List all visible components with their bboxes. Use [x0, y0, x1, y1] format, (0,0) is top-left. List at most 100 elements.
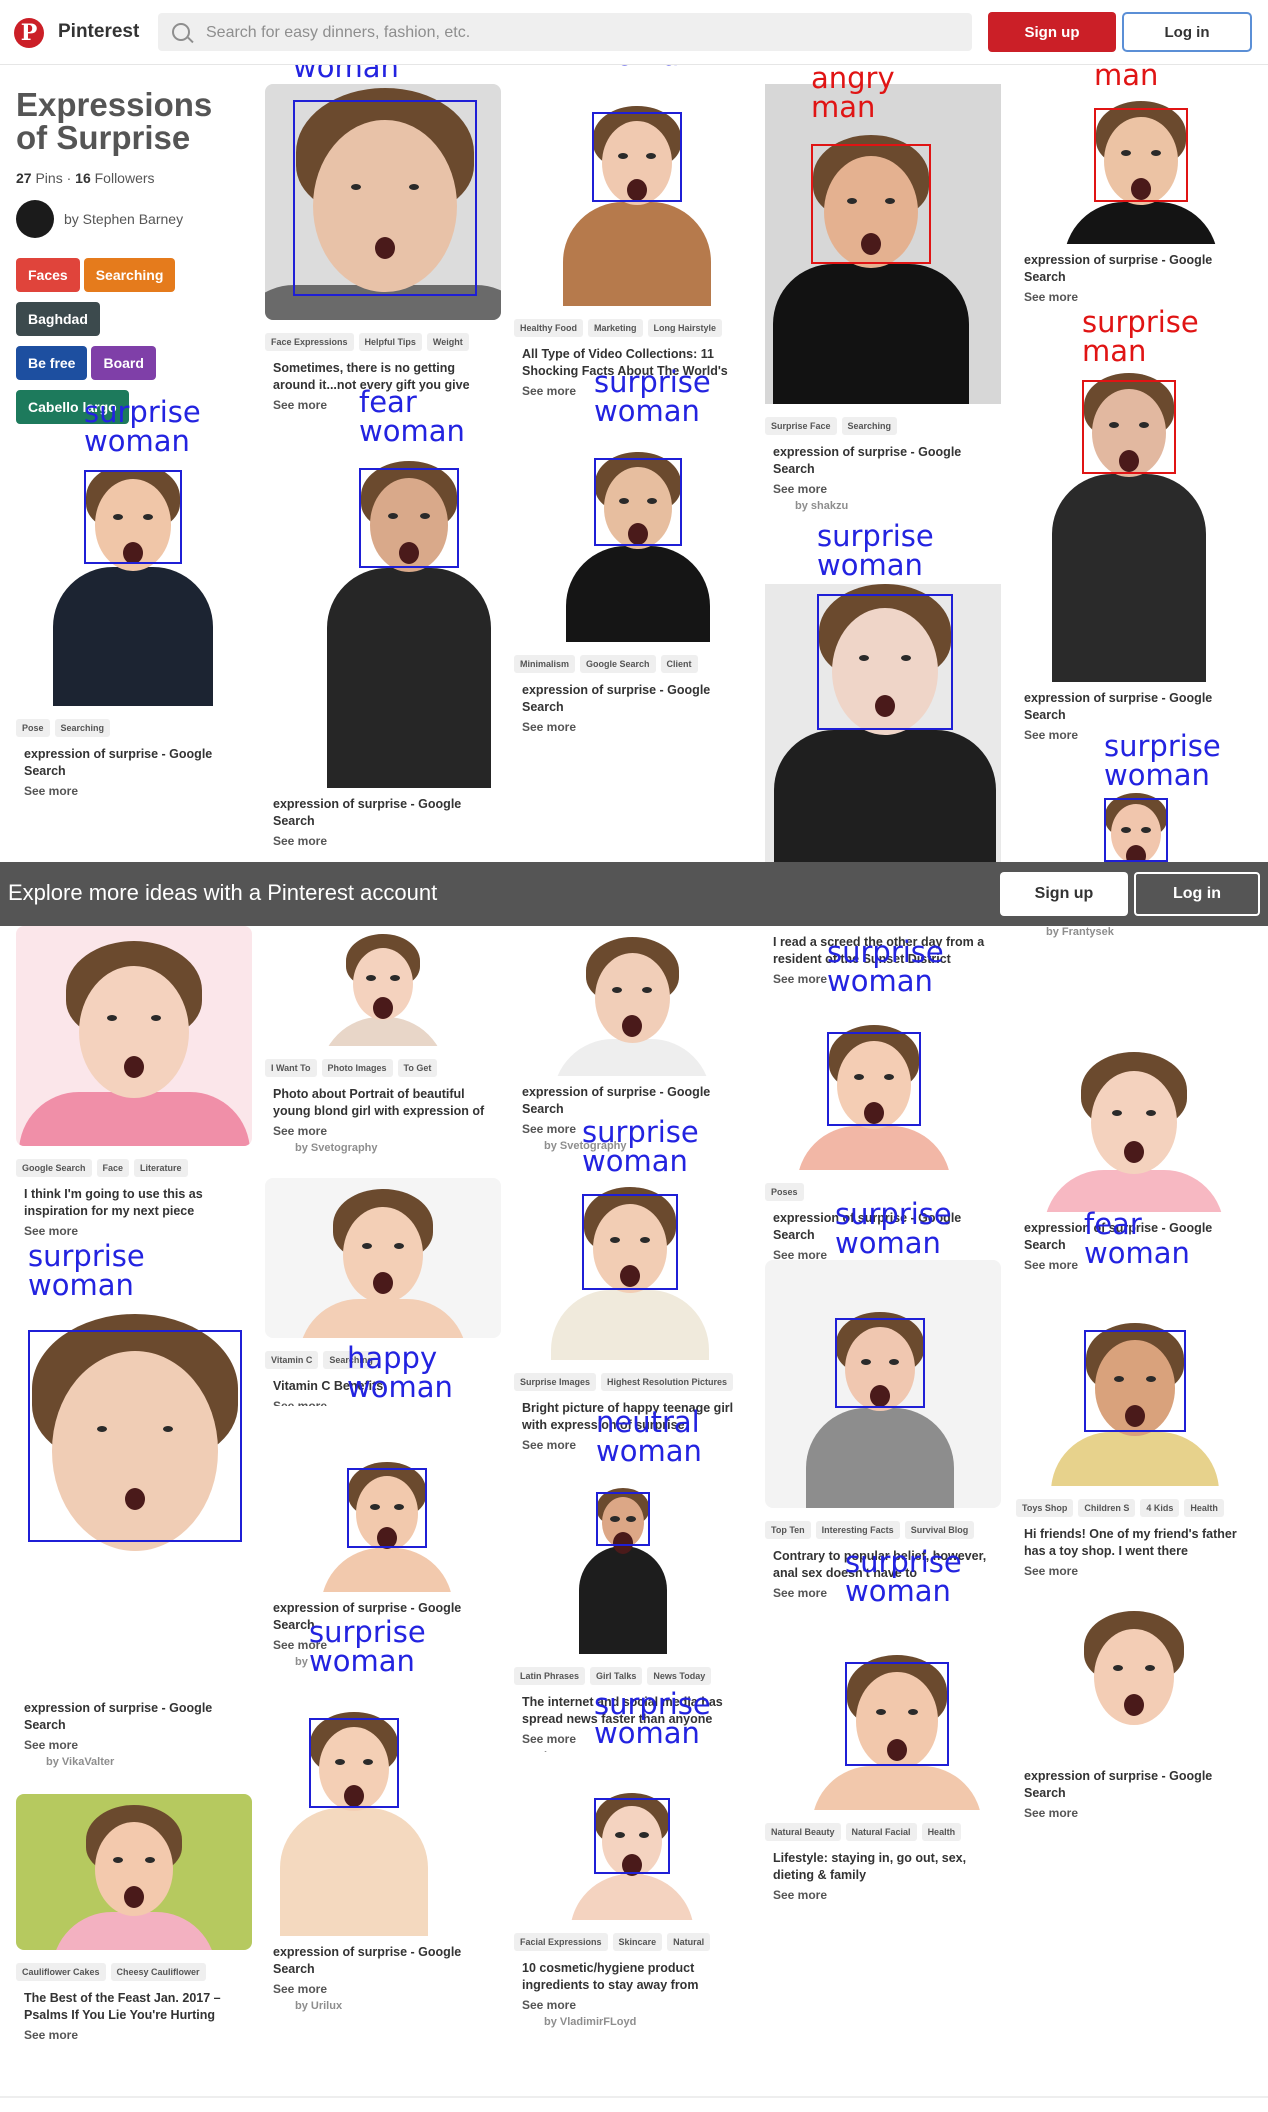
see-more-link[interactable]: See more	[1024, 1564, 1244, 1578]
pin-image[interactable]	[1016, 370, 1252, 682]
pin-image[interactable]	[1016, 1270, 1252, 1486]
pin-tag[interactable]: Natural Beauty	[765, 1823, 841, 1841]
pin-author[interactable]: by Frantysek	[1046, 926, 1252, 938]
pin-image[interactable]	[265, 1680, 501, 1936]
pin-image[interactable]	[16, 926, 252, 1146]
pin-card[interactable]: Google Search Face Literature I think I'm g…	[16, 926, 252, 1238]
pin-image[interactable]	[765, 1610, 1001, 1810]
see-more-link[interactable]: See more	[24, 1224, 244, 1238]
pin-card[interactable]: surprise woman Facial Expressions Skincare…	[514, 1690, 750, 2028]
pin-description[interactable]: The Best of the Feast Jan. 2017 – Psalms…	[24, 1990, 244, 2024]
pin-tag[interactable]: Children S	[1078, 1499, 1136, 1517]
pin-card[interactable]: Cauliflower Cakes Cheesy Cauliflower The B…	[16, 1794, 252, 2042]
pin-tag[interactable]: Skincare	[612, 1933, 663, 1951]
pin-description[interactable]: expression of surprise - Google Search	[522, 1084, 742, 1118]
explore-login-button[interactable]: Log in	[1134, 872, 1260, 916]
avatar[interactable]	[16, 200, 54, 238]
pin-tag[interactable]: Poses	[765, 1183, 804, 1201]
pin-card[interactable]: fear manexpression of surprise - Google …	[1016, 32, 1252, 304]
pin-description[interactable]: expression of surprise - Google Search	[773, 444, 993, 478]
see-more-link[interactable]: See more	[273, 1124, 493, 1138]
pin-description[interactable]: expression of surprise - Google Search	[24, 1700, 244, 1734]
board-owner[interactable]: by Stephen Barney	[16, 200, 250, 240]
pin-tag[interactable]: Face Expressions	[265, 333, 354, 351]
pin-tag[interactable]: Google Search	[16, 1159, 92, 1177]
pin-tag[interactable]: I Want To	[265, 1059, 317, 1077]
pin-image[interactable]	[765, 584, 1001, 862]
pin-tag[interactable]: Face	[96, 1159, 130, 1177]
pin-tag[interactable]: Top Ten	[765, 1521, 811, 1539]
see-more-link[interactable]: See more	[1024, 1806, 1244, 1820]
pinterest-logo-icon[interactable]: P	[14, 18, 44, 48]
pin-author[interactable]: by Svetography	[295, 1142, 501, 1154]
pin-description[interactable]: expression of surprise - Google Search	[522, 682, 742, 716]
pin-image[interactable]	[514, 1470, 750, 1654]
pin-tag[interactable]: Client	[660, 655, 698, 673]
pin-image[interactable]	[514, 84, 750, 306]
pin-tag[interactable]: Photo Images	[321, 1059, 393, 1077]
pin-tag[interactable]: Cheesy Cauliflower	[110, 1963, 206, 1981]
pin-image[interactable]	[265, 440, 501, 788]
pin-card[interactable]: surprise man expression of surprise - Goo…	[1016, 308, 1252, 742]
pin-tag[interactable]: Long Hairstyle	[647, 319, 723, 337]
login-button[interactable]: Log in	[1122, 12, 1252, 52]
see-more-link[interactable]: See more	[273, 1982, 493, 1996]
pin-tag[interactable]: Girl Talks	[590, 1667, 643, 1685]
topic-chip[interactable]: Be free	[16, 346, 88, 380]
pin-card[interactable]: surprise woman Minimalism Google Search Cli…	[514, 368, 750, 734]
pin-description[interactable]: Hi friends! One of my friend's father ha…	[1024, 1526, 1244, 1560]
pin-card[interactable]: surprise woman expression of surprise - G…	[16, 1242, 252, 1768]
see-more-link[interactable]: See more	[273, 834, 493, 848]
pin-tag[interactable]: Survival Blog	[904, 1521, 975, 1539]
pin-card[interactable]: surprise woman expression of surprise - G…	[265, 1618, 501, 2012]
topic-chip[interactable]: Board	[91, 346, 156, 380]
pin-image[interactable]	[265, 1406, 501, 1592]
pin-tag[interactable]: Toys Shop	[1016, 1499, 1074, 1517]
owner-name[interactable]: by Stephen Barney	[64, 211, 183, 227]
pin-tag[interactable]: Pose	[16, 719, 50, 737]
pin-image[interactable]	[265, 84, 501, 320]
pin-image[interactable]	[1016, 1040, 1252, 1212]
pin-card[interactable]: angry man Surprise Face Searching expressio…	[765, 64, 1001, 512]
pin-tag[interactable]: Natural Facial	[845, 1823, 917, 1841]
pin-card[interactable]: fear woman expression of surprise - Googl…	[265, 388, 501, 848]
pin-image[interactable]	[514, 1180, 750, 1360]
pin-tag[interactable]: Surprise Images	[514, 1373, 597, 1391]
pin-tag[interactable]: Health	[1184, 1499, 1224, 1517]
pin-tag[interactable]: Minimalism	[514, 655, 576, 673]
pin-tag[interactable]: News Today	[647, 1667, 712, 1685]
pin-description[interactable]: expression of surprise - Google Search	[1024, 1768, 1244, 1802]
pin-tag[interactable]: Weight	[426, 333, 469, 351]
pin-card[interactable]: I Want To Photo Images To Get Photo about P…	[265, 926, 501, 1154]
pin-description[interactable]: expression of surprise - Google Search	[273, 796, 493, 830]
signup-button[interactable]: Sign up	[988, 12, 1116, 52]
see-more-link[interactable]: See more	[24, 1738, 244, 1752]
pin-author[interactable]: by VladimirFLoyd	[544, 2016, 750, 2028]
pin-tag[interactable]: To Get	[397, 1059, 438, 1077]
pin-description[interactable]: Photo about Portrait of beautiful young …	[273, 1086, 493, 1120]
pin-card[interactable]: surprise woman Natural Beauty Natural Faci…	[765, 1548, 1001, 1902]
pin-card[interactable]: surprise womanHealthy FoodMarketingLong …	[514, 12, 750, 398]
pin-image[interactable]	[514, 926, 750, 1076]
pin-description[interactable]: expression of surprise - Google Search	[1024, 690, 1244, 724]
pin-tag[interactable]: Google Search	[580, 655, 656, 673]
topic-chip[interactable]: Faces	[16, 258, 80, 292]
see-more-link[interactable]: See more	[773, 482, 993, 496]
topic-chip[interactable]: Searching	[83, 258, 176, 292]
brand-name[interactable]: Pinterest	[58, 21, 139, 43]
search-bar[interactable]	[158, 13, 972, 53]
pin-description[interactable]: 10 cosmetic/hygiene product ingredients …	[522, 1960, 742, 1994]
pin-image[interactable]	[765, 84, 1001, 404]
pin-tag[interactable]: Facial Expressions	[514, 1933, 608, 1951]
see-more-link[interactable]: See more	[24, 784, 244, 798]
pin-tag[interactable]: Cauliflower Cakes	[16, 1963, 106, 1981]
pin-description[interactable]: Lifestyle: staying in, go out, sex, diet…	[773, 1850, 993, 1884]
pin-tag[interactable]: Vitamin C	[265, 1351, 319, 1369]
pin-description[interactable]: I think I'm going to use this as inspira…	[24, 1186, 244, 1220]
pin-tag[interactable]: Health	[921, 1823, 962, 1841]
pin-author[interactable]: by VikaValter	[46, 1756, 252, 1768]
pin-image[interactable]	[16, 470, 252, 706]
pin-image[interactable]	[1016, 1600, 1252, 1760]
pin-card[interactable]: surprise woman Pose Searching expression of…	[16, 398, 252, 798]
pin-card[interactable]: surprise womanFace ExpressionsHelpful Ti…	[265, 24, 501, 412]
